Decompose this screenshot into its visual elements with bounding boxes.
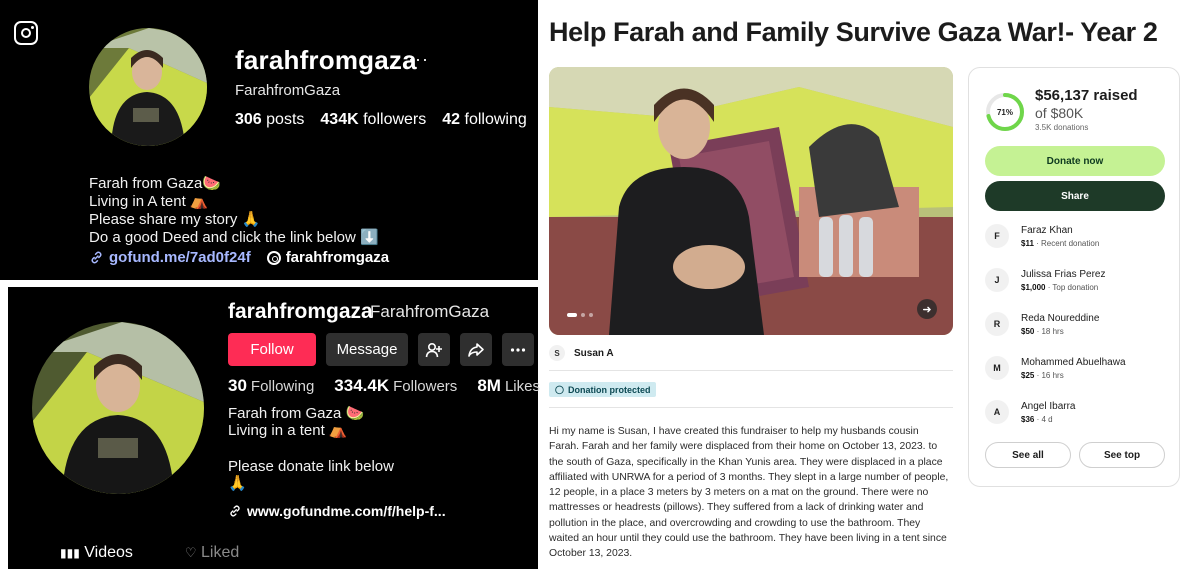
- bio-line: Please share my story 🙏: [89, 211, 261, 228]
- follow-button[interactable]: Follow: [228, 333, 316, 366]
- more-options-button[interactable]: [502, 333, 534, 366]
- link-icon: [230, 505, 240, 517]
- tiktok-stats: 30 Following 334.4K Followers 8M Likes: [228, 376, 540, 396]
- tiktok-tabs: ▮▮▮ Videos ♡ Liked: [60, 544, 239, 562]
- tiktok-bio: Farah from Gaza 🍉 Living in a tent ⛺: [228, 405, 364, 439]
- followers-count[interactable]: 334.4K Followers: [334, 376, 457, 396]
- tiktok-action-buttons: Follow Message: [228, 333, 534, 366]
- donor-detail: $11 · Recent donation: [1021, 238, 1100, 248]
- instagram-profile-panel: farahfromgaza ··· FarahfromGaza 306 post…: [0, 0, 538, 280]
- message-button[interactable]: Message: [326, 333, 408, 366]
- donor-name: Reda Noureddine: [1021, 312, 1100, 324]
- badge-label: Donation protected: [567, 384, 651, 395]
- donor-name: Mohammed Abuelhawa: [1021, 356, 1126, 368]
- shield-icon: ◯: [555, 385, 564, 394]
- progress-percent: 71%: [996, 107, 1013, 117]
- share-profile-button[interactable]: [460, 333, 492, 366]
- instagram-links: gofund.me/7ad0f24f farahfromgaza: [89, 249, 389, 266]
- donor-detail: $25 · 16 hrs: [1021, 370, 1064, 380]
- donor-name: Julissa Frias Perez: [1021, 268, 1106, 280]
- donor-detail: $1,000 · Top donation: [1021, 282, 1099, 292]
- tiktok-profile-panel: farahfromgaza FarahfromGaza Follow Messa…: [8, 287, 540, 569]
- tiktok-bio-link[interactable]: www.gofundme.com/f/help-f...: [228, 503, 446, 519]
- tiktok-nickname: FarahfromGaza: [370, 302, 490, 321]
- organizer-avatar: S: [549, 345, 565, 361]
- donor-avatar: J: [985, 268, 1009, 292]
- donor-name: Faraz Khan: [1021, 224, 1073, 236]
- share-button[interactable]: Share: [985, 181, 1165, 211]
- tab-label: Videos: [84, 544, 133, 561]
- donor-detail: $36 · 4 d: [1021, 414, 1053, 424]
- donor-avatar: A: [985, 400, 1009, 424]
- bio-line: Living in a tent ⛺: [228, 422, 348, 439]
- tiktok-username: farahfromgaza: [228, 300, 373, 323]
- donor-item: M Mohammed Abuelhawa $25 · 16 hrs: [985, 353, 1126, 383]
- instagram-stats: 306 posts 434K followers 42 following: [235, 111, 527, 129]
- link-icon: [91, 251, 102, 264]
- goal-amount: of $80K: [1035, 105, 1084, 121]
- donation-card: 71% $56,137 raised of $80K 3.5K donation…: [968, 67, 1180, 487]
- amount-raised: $56,137 raised: [1035, 87, 1138, 104]
- more-options-icon[interactable]: ···: [408, 49, 429, 70]
- share-arrow-icon: [468, 342, 484, 357]
- donor-item: R Reda Noureddine $50 · 18 hrs: [985, 309, 1099, 339]
- link-text: gofund.me/7ad0f24f: [109, 249, 251, 266]
- tiktok-avatar[interactable]: [32, 322, 204, 494]
- donor-avatar: R: [985, 312, 1009, 336]
- donate-now-button[interactable]: Donate now: [985, 146, 1165, 176]
- donor-avatar: F: [985, 224, 1009, 248]
- likes-count: 8M Likes: [477, 376, 540, 395]
- add-user-icon: [425, 342, 442, 357]
- tab-liked[interactable]: ♡ Liked: [185, 544, 239, 562]
- add-friend-button[interactable]: [418, 333, 450, 366]
- donation-count: 3.5K donations: [1035, 123, 1089, 132]
- see-top-button[interactable]: See top: [1079, 442, 1165, 468]
- fundraiser-story: Hi my name is Susan, I have created this…: [549, 426, 949, 560]
- bio-line: Living in A tent ⛺: [89, 193, 209, 210]
- bio-line: Farah from Gaza 🍉: [228, 405, 365, 422]
- fundraiser-photo[interactable]: ➜: [549, 67, 953, 335]
- organizer-name: Susan A: [574, 347, 614, 359]
- donor-item: J Julissa Frias Perez $1,000 · Top donat…: [985, 265, 1105, 295]
- threads-link[interactable]: farahfromgaza: [266, 249, 390, 266]
- tab-label: Liked: [201, 544, 240, 561]
- heart-outline-icon: ♡: [184, 545, 197, 560]
- donor-detail: $50 · 18 hrs: [1021, 326, 1064, 336]
- divider: [549, 407, 953, 408]
- donor-name: Angel Ibarra: [1021, 400, 1076, 412]
- bio-line: Please donate link below: [228, 458, 394, 475]
- donor-avatar: M: [985, 356, 1009, 380]
- gofundme-link[interactable]: gofund.me/7ad0f24f: [89, 249, 251, 266]
- instagram-full-name: FarahfromGaza: [235, 82, 341, 99]
- see-all-button[interactable]: See all: [985, 442, 1071, 468]
- tab-videos[interactable]: ▮▮▮ Videos: [60, 544, 133, 562]
- divider: [549, 370, 953, 371]
- next-arrow-icon[interactable]: ➜: [917, 299, 937, 319]
- organizer-row[interactable]: S Susan A: [549, 345, 614, 361]
- carousel-dots: [567, 313, 593, 317]
- instagram-username: farahfromgaza: [235, 45, 417, 75]
- posts-count: 306 posts: [235, 111, 305, 128]
- instagram-avatar[interactable]: [89, 28, 207, 146]
- tiktok-bio-note: Please donate link below 🙏: [228, 458, 394, 492]
- ellipsis-icon: [510, 347, 526, 352]
- donor-item: A Angel Ibarra $36 · 4 d: [985, 397, 1075, 427]
- bio-line: 🙏: [228, 475, 247, 492]
- donor-item: F Faraz Khan $11 · Recent donation: [985, 221, 1099, 251]
- instagram-bio: Farah from Gaza🍉 Living in A tent ⛺ Plea…: [89, 175, 379, 247]
- fundraiser-title: Help Farah and Family Survive Gaza War!-…: [549, 17, 1158, 47]
- bio-line: Do a good Deed and click the link below …: [89, 229, 379, 246]
- following-count[interactable]: 42 following: [442, 111, 527, 129]
- threads-handle: farahfromgaza: [285, 249, 390, 266]
- bio-line: Farah from Gaza🍉: [89, 175, 222, 192]
- grid-icon: ▮▮▮: [60, 546, 80, 560]
- link-text: www.gofundme.com/f/help-f...: [247, 503, 446, 519]
- instagram-logo-icon[interactable]: [14, 21, 38, 45]
- following-count[interactable]: 30 Following: [228, 376, 314, 396]
- followers-count[interactable]: 434K followers: [320, 111, 426, 129]
- donation-protected-badge[interactable]: ◯ Donation protected: [549, 382, 657, 397]
- threads-icon: [266, 250, 281, 265]
